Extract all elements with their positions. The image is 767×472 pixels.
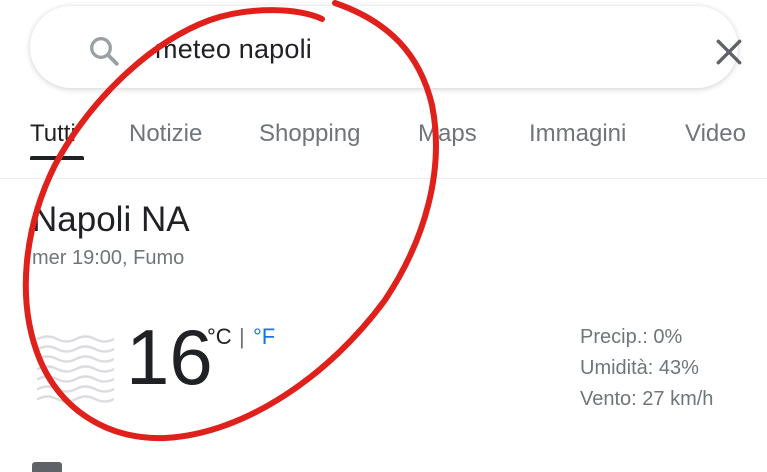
tab-shopping[interactable]: Shopping bbox=[259, 120, 360, 148]
precip-value: 0% bbox=[653, 326, 683, 348]
weather-subtitle: mer 19:00, Fumo bbox=[32, 247, 185, 269]
partial-icon bbox=[32, 462, 62, 472]
search-input[interactable]: meteo napoli bbox=[155, 34, 312, 65]
humidity-value: 43% bbox=[658, 357, 699, 379]
precip-label: Precip.: bbox=[580, 326, 648, 348]
humidity-row: Umidità: 43% bbox=[580, 353, 713, 384]
search-icon[interactable] bbox=[86, 33, 122, 69]
weather-location: Napoli NA bbox=[32, 200, 190, 239]
search-tabs: Tutti Notizie Shopping Maps Immagini Vid… bbox=[0, 100, 767, 179]
haze-icon bbox=[36, 335, 114, 403]
wind-value: 27 km/h bbox=[642, 388, 714, 410]
wind-label: Vento: bbox=[580, 388, 637, 410]
temperature-value: 16 bbox=[126, 313, 213, 401]
tab-notizie[interactable]: Notizie bbox=[129, 120, 202, 148]
tab-tutti[interactable]: Tutti bbox=[30, 120, 76, 148]
unit-separator: | bbox=[239, 324, 245, 349]
tab-maps[interactable]: Maps bbox=[418, 120, 477, 148]
close-icon[interactable] bbox=[713, 36, 745, 68]
tab-video[interactable]: Video bbox=[685, 120, 746, 148]
precip-row: Precip.: 0% bbox=[580, 322, 713, 353]
weather-stats: Precip.: 0% Umidità: 43% Vento: 27 km/h bbox=[580, 322, 713, 415]
search-bar[interactable]: meteo napoli bbox=[30, 6, 742, 88]
unit-fahrenheit[interactable]: °F bbox=[253, 324, 275, 350]
active-tab-indicator bbox=[30, 156, 84, 160]
wind-row: Vento: 27 km/h bbox=[580, 384, 713, 415]
humidity-label: Umidità: bbox=[580, 357, 654, 379]
tab-immagini[interactable]: Immagini bbox=[529, 120, 626, 148]
unit-celsius[interactable]: °C bbox=[207, 324, 232, 350]
